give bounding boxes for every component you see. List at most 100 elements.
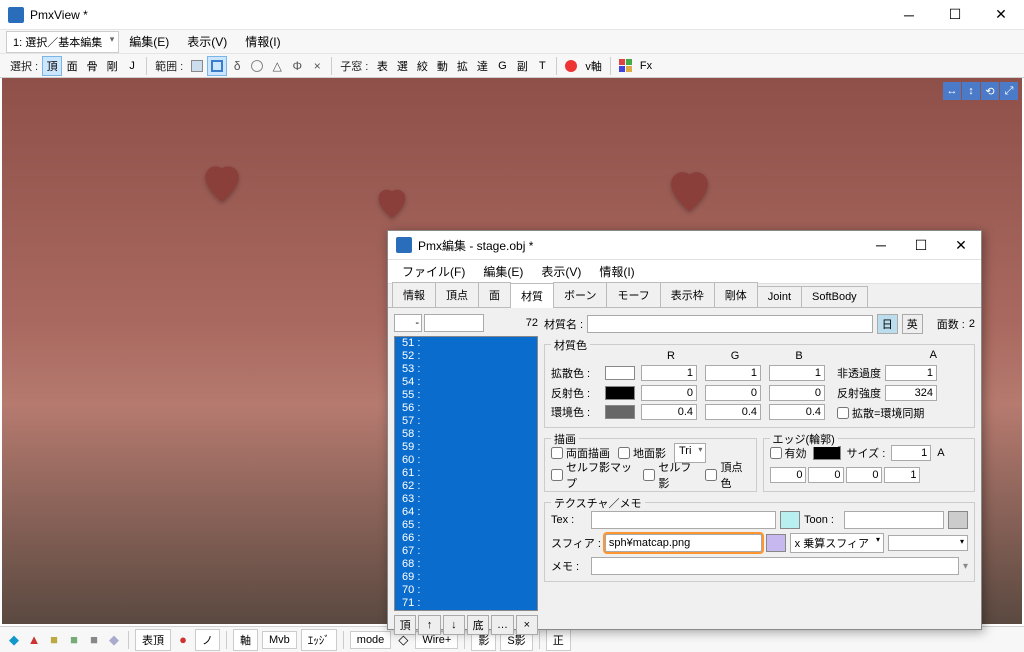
tri-dropdown[interactable]: Tri	[674, 443, 706, 463]
edge-size-input[interactable]	[891, 445, 931, 461]
range-tri[interactable]: △	[267, 56, 287, 76]
sel-vertex[interactable]: 頂	[42, 56, 62, 76]
sph-input[interactable]	[605, 534, 762, 552]
sub-dou[interactable]: 動	[432, 56, 452, 76]
list-btn[interactable]: ×	[516, 615, 538, 635]
tab-情報[interactable]: 情報	[392, 282, 436, 307]
reflect-g[interactable]	[705, 385, 761, 401]
range-x[interactable]: ×	[307, 56, 327, 76]
reflect-swatch[interactable]	[605, 386, 635, 400]
list-item[interactable]: 69 :	[395, 571, 537, 584]
bb-mode[interactable]: mode	[350, 631, 392, 649]
memo-expand-icon[interactable]: ▾	[963, 561, 968, 572]
cb-edge-enable[interactable]	[770, 447, 782, 459]
tab-面[interactable]: 面	[478, 282, 511, 307]
sub-tatsu[interactable]: 達	[472, 56, 492, 76]
list-item[interactable]: 65 :	[395, 519, 537, 532]
mode-dropdown[interactable]: 1: 選択／基本編集	[6, 31, 119, 53]
nav-rotate-icon[interactable]: ⟲	[981, 82, 999, 100]
list-btn[interactable]: 底	[467, 615, 489, 635]
tool-vaxis[interactable]: v軸	[581, 56, 606, 76]
toon-swatch[interactable]	[948, 511, 968, 529]
sel-bone[interactable]: 骨	[82, 56, 102, 76]
list-item[interactable]: 57 :	[395, 415, 537, 428]
ambient-b[interactable]	[769, 404, 825, 420]
list-item[interactable]: 70 :	[395, 584, 537, 597]
name-input[interactable]	[587, 315, 873, 333]
sel-j[interactable]: J	[122, 56, 142, 76]
reflect-str-input[interactable]	[885, 385, 937, 401]
list-item[interactable]: 64 :	[395, 506, 537, 519]
modal-menu-edit[interactable]: 編集(E)	[475, 260, 531, 283]
range-phi[interactable]: Φ	[287, 56, 307, 76]
range-rect-outline[interactable]	[207, 56, 227, 76]
tab-材質[interactable]: 材質	[510, 283, 554, 308]
list-item[interactable]: 67 :	[395, 545, 537, 558]
tex-input[interactable]	[591, 511, 776, 529]
nav-move-icon[interactable]: ↕	[962, 82, 980, 100]
sub-kaku[interactable]: 拡	[452, 56, 472, 76]
list-item[interactable]: 53 :	[395, 363, 537, 376]
tab-ボーン[interactable]: ボーン	[553, 282, 607, 307]
tool-fx[interactable]: Fx	[636, 56, 656, 76]
list-item[interactable]: 68 :	[395, 558, 537, 571]
maximize-button[interactable]: ☐	[932, 0, 978, 30]
bb-green-icon[interactable]: ■	[66, 632, 82, 648]
bb-edge[interactable]: ｴｯｼﾞ	[301, 629, 337, 651]
idx-input-1[interactable]	[394, 314, 422, 332]
bb-nori[interactable]: ノ	[195, 629, 220, 651]
bb-dot-icon[interactable]: ●	[175, 632, 191, 648]
sub-shibo[interactable]: 絞	[412, 56, 432, 76]
edge-color-swatch[interactable]	[813, 446, 841, 460]
list-item[interactable]: 59 :	[395, 441, 537, 454]
sub-t[interactable]: T	[532, 56, 552, 76]
list-item[interactable]: 56 :	[395, 402, 537, 415]
ambient-g[interactable]	[705, 404, 761, 420]
sph-mode-dropdown[interactable]: x 乗算スフィア	[790, 533, 884, 553]
cb-ground[interactable]	[618, 447, 630, 459]
list-btn[interactable]: …	[491, 615, 513, 635]
memo-input[interactable]	[591, 557, 959, 575]
sync-checkbox[interactable]	[837, 407, 849, 419]
sub-table[interactable]: 表	[372, 56, 392, 76]
sph-swatch[interactable]	[766, 534, 786, 552]
sel-face[interactable]: 面	[62, 56, 82, 76]
edge-v2[interactable]	[846, 467, 882, 483]
diffuse-r[interactable]	[641, 365, 697, 381]
tool-redcircle[interactable]	[561, 56, 581, 76]
reflect-r[interactable]	[641, 385, 697, 401]
ambient-r[interactable]	[641, 404, 697, 420]
bb-gray-icon[interactable]: ■	[86, 632, 102, 648]
edge-v3[interactable]	[884, 467, 920, 483]
list-item[interactable]: 60 :	[395, 454, 537, 467]
lang-jp[interactable]: 日	[877, 314, 898, 334]
diffuse-b[interactable]	[769, 365, 825, 381]
menu-view[interactable]: 表示(V)	[179, 30, 235, 53]
list-item[interactable]: 58 :	[395, 428, 537, 441]
list-item[interactable]: 52 :	[395, 350, 537, 363]
menu-info[interactable]: 情報(I)	[237, 30, 288, 53]
tab-Joint[interactable]: Joint	[757, 286, 802, 307]
list-item[interactable]: 55 :	[395, 389, 537, 402]
ambient-swatch[interactable]	[605, 405, 635, 419]
bb-mvb[interactable]: Mvb	[262, 631, 297, 649]
list-item[interactable]: 71 :	[395, 597, 537, 610]
reflect-b[interactable]	[769, 385, 825, 401]
sub-g[interactable]: G	[492, 56, 512, 76]
bb-tan-icon[interactable]: ■	[46, 632, 62, 648]
bb-axis[interactable]: 軸	[233, 629, 258, 651]
cb-both[interactable]	[551, 447, 563, 459]
minimize-button[interactable]: ─	[886, 0, 932, 30]
diffuse-g[interactable]	[705, 365, 761, 381]
tab-表示枠[interactable]: 表示枠	[660, 282, 715, 307]
bb-blue-icon[interactable]: ◆	[6, 632, 22, 648]
bb-hyoujou[interactable]: 表頂	[135, 629, 171, 651]
modal-menu-file[interactable]: ファイル(F)	[394, 260, 473, 283]
toon-input[interactable]	[844, 511, 944, 529]
idx-input-2[interactable]	[424, 314, 484, 332]
material-list[interactable]: 51 : 52 : 53 : 54 : 55 : 56 : 57 : 58 : …	[394, 336, 538, 611]
list-item[interactable]: 66 :	[395, 532, 537, 545]
bb-violet-icon[interactable]: ◆	[106, 632, 122, 648]
sph-extra-dropdown[interactable]	[888, 535, 968, 551]
modal-close[interactable]: ✕	[941, 231, 981, 259]
